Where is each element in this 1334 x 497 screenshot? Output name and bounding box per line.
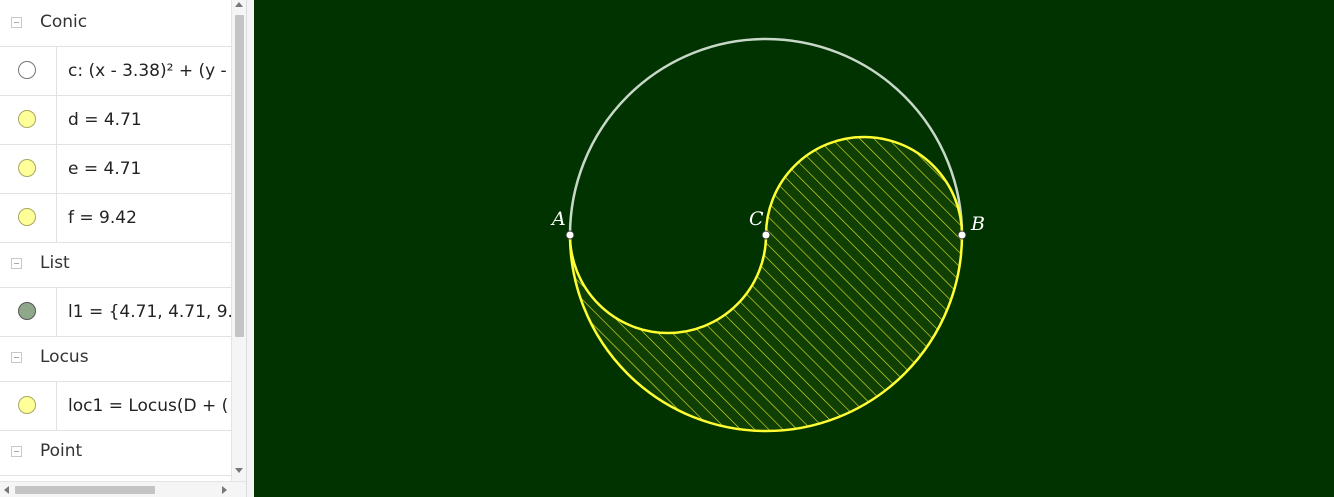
label-c: C: [749, 208, 764, 230]
algebra-row-f[interactable]: f = 9.42: [0, 194, 231, 243]
algebra-row-e[interactable]: e = 4.71: [0, 145, 231, 194]
marble-cell: [0, 382, 57, 430]
group-header-locus[interactable]: Locus: [0, 335, 231, 382]
algebra-row-l1[interactable]: l1 = {4.71, 4.71, 9.42}: [0, 288, 231, 337]
vertical-scroll-thumb[interactable]: [235, 15, 244, 337]
vertical-scrollbar[interactable]: [231, 0, 246, 481]
marble-cell: [0, 194, 57, 242]
collapse-icon[interactable]: [11, 258, 22, 269]
group-header-point[interactable]: Point: [0, 429, 231, 476]
graphics-view[interactable]: A C B: [254, 0, 1334, 497]
algebra-row-loc1[interactable]: loc1 = Locus(D + (: [0, 382, 231, 431]
algebra-text-e[interactable]: e = 4.71: [68, 159, 141, 179]
marble-cell: [0, 145, 57, 193]
scroll-up-arrow-icon[interactable]: [235, 2, 243, 7]
horizontal-scrollbar[interactable]: [0, 481, 246, 497]
algebra-view: Conic c: (x - 3.38)² + (y - d = 4.71 e =…: [0, 0, 231, 481]
algebra-text-f[interactable]: f = 9.42: [68, 208, 137, 228]
algebra-text-d[interactable]: d = 4.71: [68, 110, 142, 130]
label-a: A: [550, 208, 566, 230]
scroll-down-arrow-icon[interactable]: [235, 468, 243, 473]
group-label-conic: Conic: [40, 12, 88, 32]
group-header-list[interactable]: List: [0, 241, 231, 288]
visibility-toggle-loc1[interactable]: [18, 396, 36, 414]
group-label-point: Point: [40, 441, 83, 461]
scroll-right-arrow-icon[interactable]: [222, 486, 227, 494]
scroll-left-arrow-icon[interactable]: [4, 486, 9, 494]
group-header-conic[interactable]: Conic: [0, 0, 231, 47]
algebra-text-l1[interactable]: l1 = {4.71, 4.71, 9.42}: [68, 302, 231, 322]
collapse-icon[interactable]: [11, 17, 22, 28]
view-divider[interactable]: [246, 0, 254, 497]
algebra-text-loc1[interactable]: loc1 = Locus(D + (: [68, 396, 228, 416]
group-label-list: List: [40, 253, 70, 273]
point-b[interactable]: [957, 230, 967, 240]
point-c[interactable]: [761, 230, 771, 240]
collapse-icon[interactable]: [11, 446, 22, 457]
algebra-row-d[interactable]: d = 4.71: [0, 96, 231, 145]
algebra-text-c[interactable]: c: (x - 3.38)² + (y -: [68, 61, 227, 81]
marble-cell: [0, 288, 57, 336]
marble-cell: [0, 47, 57, 95]
visibility-toggle-d[interactable]: [18, 110, 36, 128]
horizontal-scroll-thumb[interactable]: [15, 486, 155, 494]
visibility-toggle-c[interactable]: [18, 61, 36, 79]
point-a[interactable]: [565, 230, 575, 240]
group-label-locus: Locus: [40, 347, 89, 367]
label-b: B: [970, 213, 985, 235]
marble-cell: [0, 96, 57, 144]
visibility-toggle-f[interactable]: [18, 208, 36, 226]
algebra-row-c[interactable]: c: (x - 3.38)² + (y -: [0, 47, 231, 96]
collapse-icon[interactable]: [11, 352, 22, 363]
visibility-toggle-e[interactable]: [18, 159, 36, 177]
visibility-toggle-l1[interactable]: [18, 302, 36, 320]
